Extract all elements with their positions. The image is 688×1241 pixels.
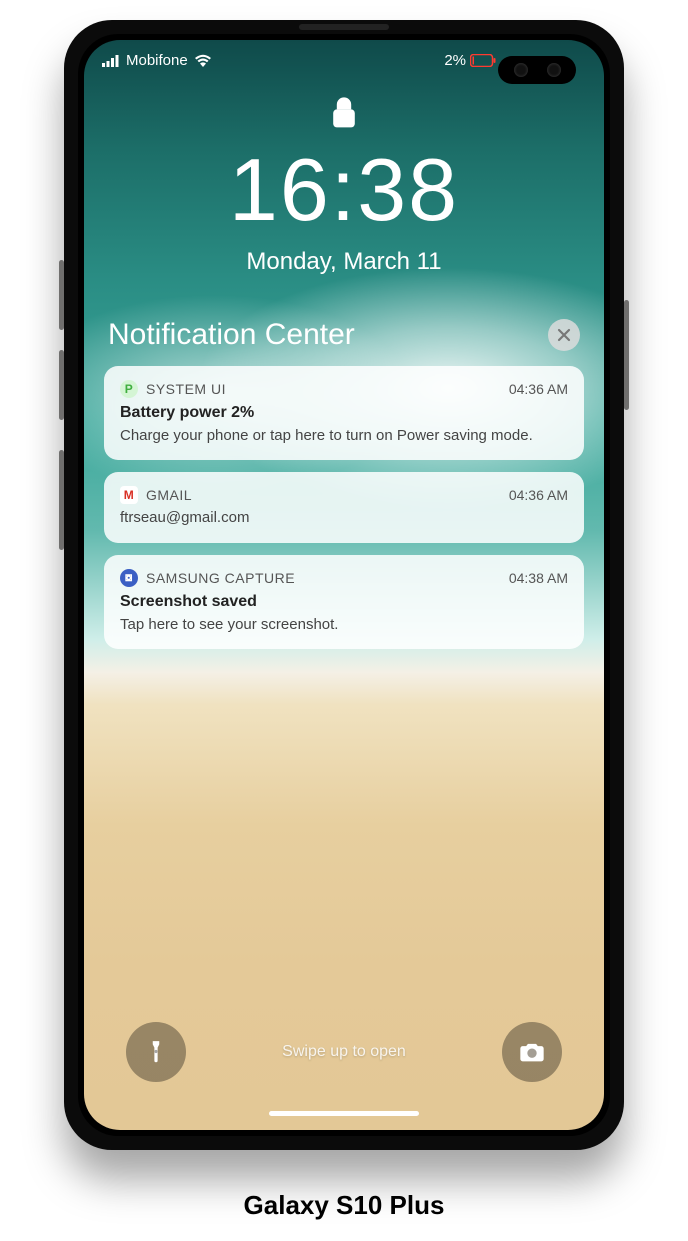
volume-up-button[interactable] — [59, 260, 64, 330]
front-camera-cutout — [498, 56, 576, 84]
earpiece-speaker — [299, 24, 389, 30]
notification-app-name: SAMSUNG CAPTURE — [146, 570, 295, 586]
notification-card[interactable]: M GMAIL 04:36 AM ftrseau@gmail.com — [104, 472, 584, 542]
notification-time: 04:38 AM — [509, 570, 568, 586]
notification-time: 04:36 AM — [509, 487, 568, 503]
flashlight-button[interactable] — [126, 1022, 186, 1082]
notification-list: P SYSTEM UI 04:36 AM Battery power 2% Charge… — [84, 352, 604, 649]
notification-time: 04:36 AM — [509, 381, 568, 397]
notification-body: Charge your phone or tap here to turn on… — [120, 426, 568, 446]
notification-title: Battery power 2% — [120, 404, 568, 422]
lock-screen[interactable]: Mobifone 2% 16:38 Monday, March 1 — [84, 40, 604, 1130]
clock-time: 16:38 — [84, 146, 604, 234]
notification-card[interactable]: P SYSTEM UI 04:36 AM Battery power 2% Charge… — [104, 366, 584, 460]
notification-body: Tap here to see your screenshot. — [120, 615, 568, 635]
carrier-label: Mobifone — [126, 52, 188, 69]
app-icon: M — [120, 486, 138, 504]
notification-card[interactable]: ⧇ SAMSUNG CAPTURE 04:38 AM Screenshot saved… — [104, 555, 584, 649]
notification-app-name: GMAIL — [146, 487, 192, 503]
home-indicator[interactable] — [269, 1111, 419, 1116]
notification-body: ftrseau@gmail.com — [120, 508, 568, 528]
volume-down-button[interactable] — [59, 350, 64, 420]
battery-percent-label: 2% — [444, 52, 466, 69]
power-button[interactable] — [624, 300, 629, 410]
camera-button[interactable] — [502, 1022, 562, 1082]
app-icon: ⧇ — [120, 569, 138, 587]
phone-frame: Mobifone 2% 16:38 Monday, March 1 — [64, 20, 624, 1150]
bixby-button[interactable] — [59, 450, 64, 550]
clear-notifications-button[interactable] — [548, 319, 580, 351]
wifi-icon — [194, 54, 212, 67]
device-caption: Galaxy S10 Plus — [244, 1190, 445, 1221]
cellular-signal-icon — [102, 55, 120, 67]
clock-date: Monday, March 11 — [84, 248, 604, 276]
swipe-up-hint: Swipe up to open — [282, 1043, 406, 1061]
app-icon: P — [120, 380, 138, 398]
lock-icon — [84, 95, 604, 136]
battery-icon — [470, 54, 496, 67]
notification-app-name: SYSTEM UI — [146, 381, 226, 397]
notification-center-title: Notification Center — [108, 318, 355, 352]
notification-title: Screenshot saved — [120, 593, 568, 611]
